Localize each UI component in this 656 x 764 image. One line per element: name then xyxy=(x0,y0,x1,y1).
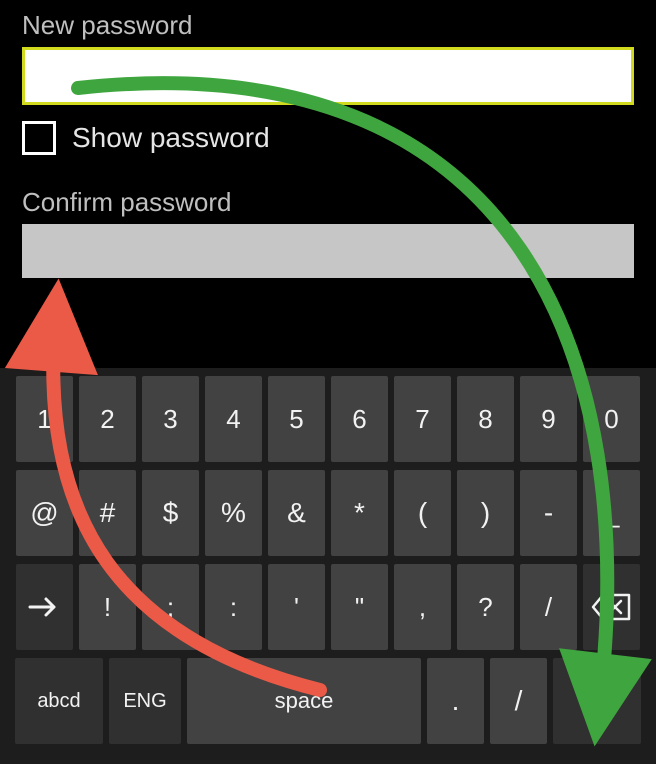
key-_[interactable]: _ xyxy=(583,470,640,556)
key-;[interactable]: ; xyxy=(142,564,199,650)
key-4[interactable]: 4 xyxy=(205,376,262,462)
key-@[interactable]: @ xyxy=(16,470,73,556)
key-?[interactable]: ? xyxy=(457,564,514,650)
key-([interactable]: ( xyxy=(394,470,451,556)
language-key[interactable]: ENG xyxy=(109,658,181,744)
key-7[interactable]: 7 xyxy=(394,376,451,462)
key-$[interactable]: $ xyxy=(142,470,199,556)
space-key[interactable]: space xyxy=(187,658,421,744)
dot-key[interactable]: . xyxy=(427,658,484,744)
enter-key[interactable] xyxy=(553,658,641,744)
key-,[interactable]: , xyxy=(394,564,451,650)
key-2[interactable]: 2 xyxy=(79,376,136,462)
key-/[interactable]: / xyxy=(520,564,577,650)
key-0[interactable]: 0 xyxy=(583,376,640,462)
show-password-checkbox[interactable]: Show password xyxy=(22,121,634,155)
enter-icon xyxy=(577,686,617,716)
key-#[interactable]: # xyxy=(79,470,136,556)
backspace-key[interactable] xyxy=(583,564,640,650)
confirm-password-input[interactable] xyxy=(22,224,634,278)
key--[interactable]: - xyxy=(520,470,577,556)
key-'[interactable]: ' xyxy=(268,564,325,650)
new-password-input[interactable] xyxy=(22,47,634,105)
backspace-icon xyxy=(591,593,633,621)
show-password-label: Show password xyxy=(72,122,270,154)
shift-key[interactable] xyxy=(16,564,73,650)
confirm-password-label: Confirm password xyxy=(22,187,634,218)
key-8[interactable]: 8 xyxy=(457,376,514,462)
key-"[interactable]: " xyxy=(331,564,388,650)
key-![interactable]: ! xyxy=(79,564,136,650)
key-3[interactable]: 3 xyxy=(142,376,199,462)
key-5[interactable]: 5 xyxy=(268,376,325,462)
key-:[interactable]: : xyxy=(205,564,262,650)
key-)[interactable]: ) xyxy=(457,470,514,556)
arrow-right-icon xyxy=(28,595,62,619)
new-password-label: New password xyxy=(22,10,634,41)
key-*[interactable]: * xyxy=(331,470,388,556)
key-9[interactable]: 9 xyxy=(520,376,577,462)
checkbox-icon xyxy=(22,121,56,155)
key-%[interactable]: % xyxy=(205,470,262,556)
key-6[interactable]: 6 xyxy=(331,376,388,462)
key-1[interactable]: 1 xyxy=(16,376,73,462)
virtual-keyboard: 1234567890 @#$%&*()-_ !;:'",?/ abcd ENG … xyxy=(0,368,656,764)
slash-key[interactable]: / xyxy=(490,658,547,744)
key-&[interactable]: & xyxy=(268,470,325,556)
abcd-key[interactable]: abcd xyxy=(15,658,103,744)
